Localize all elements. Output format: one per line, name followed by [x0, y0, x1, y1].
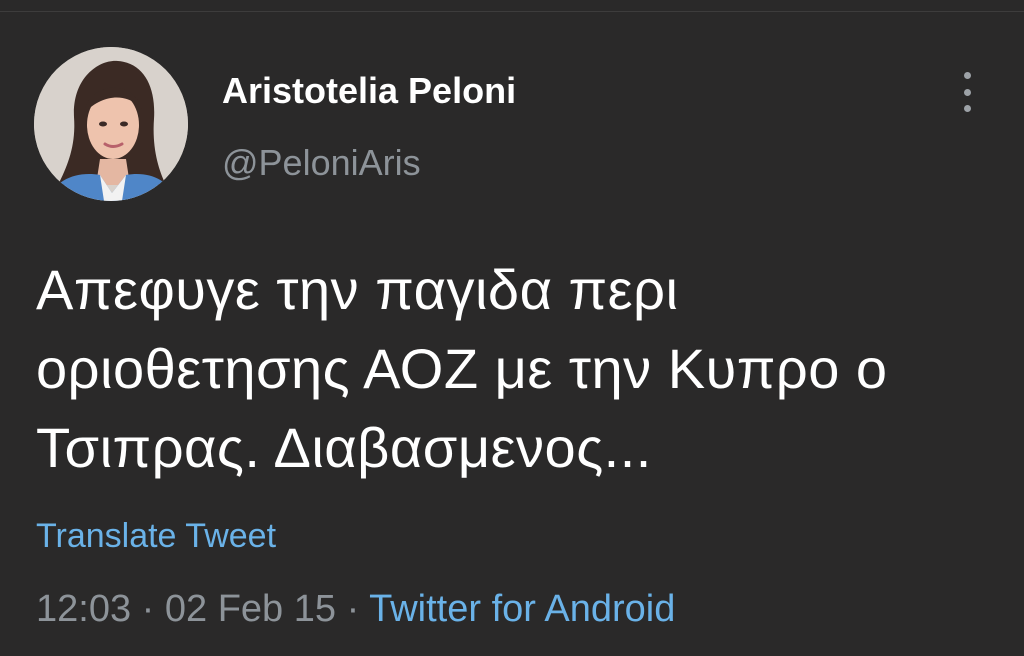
more-options-button[interactable] — [950, 72, 984, 112]
top-divider — [0, 11, 1024, 12]
meta-separator: · — [131, 588, 165, 630]
tweet-date: 02 Feb 15 — [164, 588, 337, 630]
translate-tweet-link[interactable]: Translate Tweet — [36, 517, 276, 556]
more-vertical-icon — [963, 72, 971, 79]
user-handle[interactable]: @PeloniAris — [222, 142, 421, 184]
tweet-text-line: οριοθετησης ΑΟΖ με την Κυπρο ο — [36, 337, 888, 400]
more-vertical-icon-dot — [963, 105, 971, 112]
tweet-text-line: Απεφυγε την παγιδα περι — [36, 258, 679, 321]
avatar[interactable] — [34, 47, 188, 201]
display-name[interactable]: Aristotelia Peloni — [222, 70, 516, 112]
tweet-meta: 12:03 · 02 Feb 15 · Twitter for Android — [36, 588, 675, 631]
profile-photo-icon — [34, 47, 188, 201]
meta-separator: · — [336, 588, 370, 630]
tweet-time: 12:03 — [36, 588, 132, 630]
more-vertical-icon-dot — [963, 88, 971, 96]
tweet-source-link[interactable]: Twitter for Android — [369, 588, 675, 630]
tweet-text-line: Τσιπρας. Διαβασμενος... — [36, 416, 652, 479]
tweet-text: Απεφυγε την παγιδα περι οριοθετησης ΑΟΖ … — [36, 250, 1006, 487]
